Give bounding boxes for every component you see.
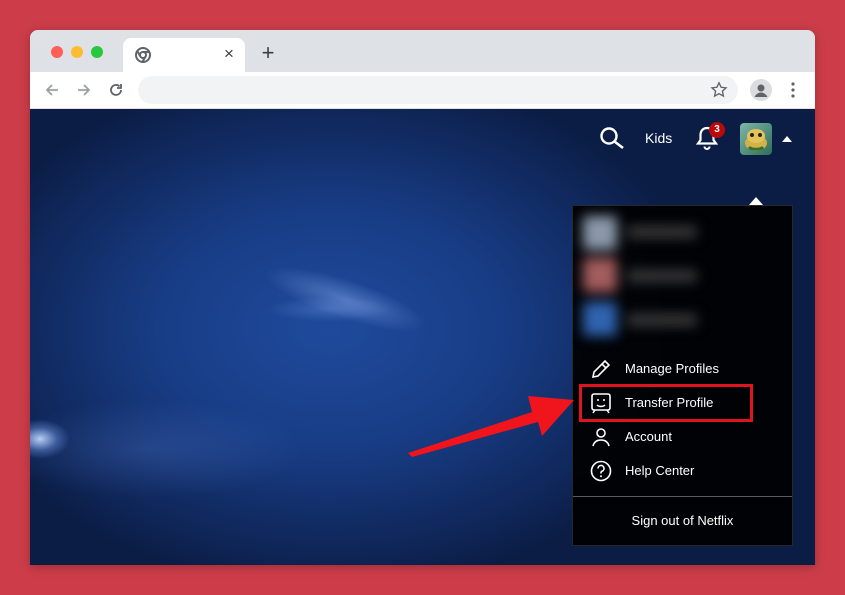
- blurred-profile-list: [577, 210, 707, 345]
- background-light-flare: [30, 419, 70, 459]
- browser-toolbar: [30, 72, 815, 109]
- menu-item-account[interactable]: Account: [573, 422, 792, 452]
- notification-count-badge: 3: [709, 122, 725, 138]
- menu-divider: [573, 496, 792, 497]
- browser-window: × + Kids 3 Manage Profiles Transfer Prof…: [30, 30, 815, 565]
- browser-tab[interactable]: ×: [123, 38, 245, 72]
- search-icon[interactable]: [598, 125, 626, 151]
- pencil-icon: [591, 359, 611, 379]
- tab-strip: × +: [30, 30, 815, 72]
- menu-item-help-center[interactable]: Help Center: [573, 456, 792, 486]
- minimize-window-button[interactable]: [71, 46, 83, 58]
- background-light-streak: [257, 253, 433, 345]
- forward-icon[interactable]: [74, 80, 94, 100]
- annotation-arrow-icon: [408, 396, 574, 457]
- menu-item-label: Help Center: [625, 463, 695, 478]
- address-bar[interactable]: [138, 76, 738, 104]
- caret-up-icon[interactable]: [782, 136, 792, 142]
- profile-avatar[interactable]: [740, 123, 772, 155]
- person-icon: [592, 428, 610, 447]
- chrome-icon: [135, 47, 151, 63]
- back-icon[interactable]: [42, 80, 62, 100]
- sign-out-button[interactable]: Sign out of Netflix: [573, 513, 792, 528]
- menu-item-label: Account: [625, 429, 672, 444]
- menu-notch: [749, 197, 763, 205]
- avatar-creature-icon: [745, 129, 767, 151]
- menu-item-label: Manage Profiles: [625, 361, 719, 376]
- maximize-window-button[interactable]: [91, 46, 103, 58]
- menu-item-manage-profiles[interactable]: Manage Profiles: [573, 354, 792, 384]
- profile-dropdown-menu: Manage Profiles Transfer Profile Account: [572, 205, 793, 546]
- account-highlight-box: [579, 384, 753, 422]
- help-icon: [590, 460, 612, 482]
- kids-link[interactable]: Kids: [645, 130, 672, 146]
- reload-icon[interactable]: [106, 80, 126, 100]
- close-window-button[interactable]: [51, 46, 63, 58]
- new-tab-button[interactable]: +: [257, 42, 279, 64]
- browser-profile-button[interactable]: [750, 79, 772, 101]
- kebab-menu-icon[interactable]: [788, 80, 798, 100]
- bookmark-star-icon[interactable]: [710, 81, 728, 99]
- person-icon: [754, 84, 768, 97]
- tab-close-icon[interactable]: ×: [219, 44, 239, 64]
